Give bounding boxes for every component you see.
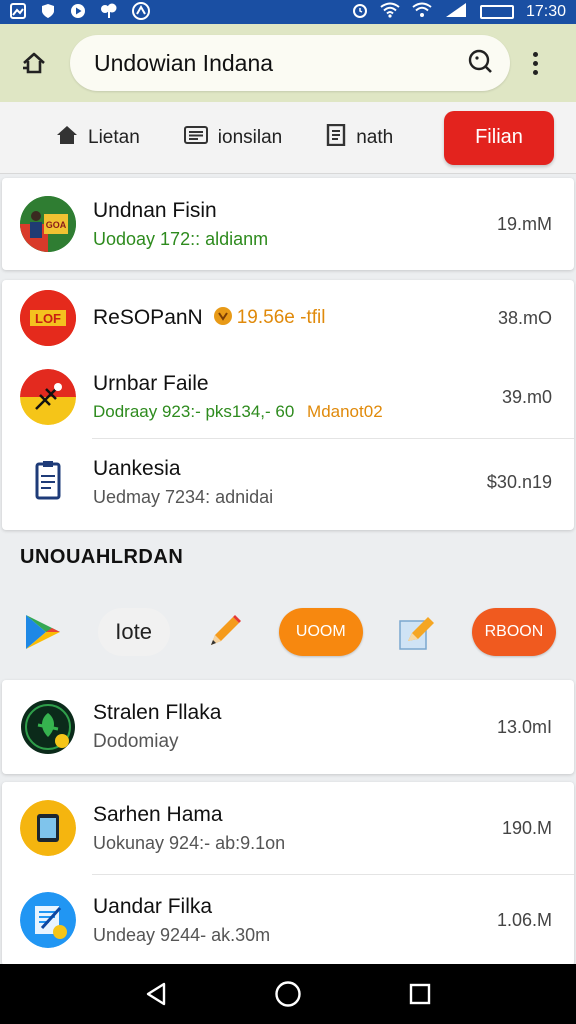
back-button[interactable] [134, 972, 178, 1016]
svg-text:LOF: LOF [35, 311, 61, 326]
file-card: GOA Undnan Fisin Uodoay 172:: aldianm 19… [2, 178, 574, 270]
chip-label: UOOM [295, 623, 346, 640]
home-button[interactable] [14, 43, 54, 83]
image-icon [10, 2, 26, 22]
tab-lietan[interactable]: Lietan [56, 125, 140, 151]
tab-filian[interactable]: Filian [444, 110, 554, 165]
list-item[interactable]: LOF ReSOPanN 19.56e -tfil 38.mO [2, 280, 574, 356]
play-store-icon[interactable] [20, 609, 66, 655]
list-item[interactable]: Sarhen Hama Uokunay 924:- ab:9.1on 190.M [2, 782, 574, 874]
avatar [20, 369, 76, 425]
avatar [20, 699, 76, 755]
list-item[interactable]: GOA Undnan Fisin Uodoay 172:: aldianm 19… [2, 178, 574, 270]
item-subtitle-extra: Mdanot02 [307, 402, 383, 421]
home-nav-button[interactable] [266, 972, 310, 1016]
home-circle-icon [275, 981, 301, 1007]
item-size: 13.0mI [496, 716, 552, 737]
system-nav-bar [0, 964, 576, 1024]
rboon-button[interactable]: RBOON [471, 608, 556, 656]
search-icon[interactable] [466, 47, 494, 80]
item-title: Undnan Fisin [93, 198, 217, 222]
recents-square-icon [409, 983, 431, 1005]
dot [532, 51, 538, 57]
wifi-icon [380, 2, 400, 23]
list-item[interactable]: Uandar Filka Undeay 9244- ak.30m 1.06.M [2, 875, 574, 965]
app-bar: Undowian Indana [0, 24, 576, 102]
list-icon [183, 125, 208, 151]
status-time: 17:30 [525, 3, 566, 20]
list-item[interactable]: Uankesia Uedmay 7234: adnidai $30.n19 [2, 439, 574, 525]
tab-label: Lietan [88, 126, 140, 148]
item-title: ReSOPanN [93, 306, 203, 329]
wifi-icon [412, 2, 432, 23]
status-bar: 17:30 [0, 0, 576, 24]
edit-note-icon[interactable] [394, 609, 440, 655]
battery-icon [479, 5, 514, 19]
document-icon [326, 123, 346, 152]
list-item[interactable]: Urnbar Faile Dodraay 923:- pks134,- 60 M… [2, 356, 574, 438]
item-subtitle: Dodomiay [93, 731, 179, 752]
chip-label: RBOON [484, 623, 544, 640]
tab-bar: Lietan ionsilan nath Filian [0, 102, 576, 174]
item-size: 1.06.M [496, 909, 552, 930]
item-title: Stralen Fllaka [93, 701, 222, 724]
dot [532, 69, 538, 75]
iote-chip[interactable]: Iote [97, 608, 170, 656]
recents-button[interactable] [398, 972, 442, 1016]
tab-label: Filian [475, 126, 523, 148]
item-title: Uankesia [93, 456, 181, 480]
tree-icon [100, 3, 118, 22]
house-icon [56, 125, 78, 151]
tab-nath[interactable]: nath [326, 123, 394, 152]
tab-label: ionsilan [217, 126, 283, 148]
item-title: Sarhen Hama [93, 802, 223, 826]
item-extra: 19.56e -tfil [236, 307, 326, 328]
play-icon [70, 3, 86, 22]
app-icon [132, 1, 150, 23]
item-size: 38.mO [497, 307, 552, 328]
uoom-button[interactable]: UOOM [278, 608, 363, 656]
list-item[interactable]: Stralen Fllaka Dodomiay 13.0mI [2, 680, 574, 774]
section-heading: UNOUAHLRDAN [20, 546, 184, 568]
tab-label: nath [356, 126, 394, 148]
item-subtitle: Uedmay 7234: adnidai [93, 486, 274, 507]
more-menu-button[interactable] [522, 43, 548, 83]
file-card: LOF ReSOPanN 19.56e -tfil 38.mO Urnbar F… [2, 280, 574, 530]
alarm-icon [352, 2, 368, 23]
item-size: 39.m0 [501, 386, 552, 407]
signal-icon [444, 2, 468, 23]
item-subtitle: Undeay 9244- ak.30m [93, 924, 271, 945]
avatar: LOF [20, 290, 76, 346]
avatar [20, 892, 76, 948]
svg-text:GOA: GOA [46, 220, 67, 230]
chip-label: Iote [115, 619, 152, 644]
avatar [20, 454, 76, 510]
item-size: $30.n19 [486, 471, 552, 492]
house-outline-icon [23, 52, 45, 74]
item-title: Urnbar Faile [93, 372, 209, 395]
item-subtitle: Dodraay 923:- pks134,- 60 [93, 402, 295, 421]
coin-icon [213, 306, 233, 331]
search-bar[interactable]: Undowian Indana [70, 35, 510, 91]
quick-actions-row: Iote UOOM RBOON [0, 596, 576, 668]
search-input[interactable]: Undowian Indana [94, 50, 466, 77]
back-triangle-icon [146, 982, 166, 1006]
file-card: Sarhen Hama Uokunay 924:- ab:9.1on 190.M… [2, 782, 574, 966]
tab-ionsilan[interactable]: ionsilan [183, 125, 283, 151]
dot [532, 60, 538, 66]
item-subtitle: Uodoay 172:: aldianm [93, 228, 269, 249]
file-card: Stralen Fllaka Dodomiay 13.0mI [2, 680, 574, 774]
avatar [20, 800, 76, 856]
pencil-icon[interactable] [201, 609, 247, 655]
item-size: 19.mM [496, 213, 552, 234]
item-size: 190.M [501, 817, 552, 838]
item-subtitle: Uokunay 924:- ab:9.1on [93, 832, 286, 853]
item-title: Uandar Filka [93, 894, 213, 918]
avatar: GOA [20, 196, 76, 252]
shield-icon [40, 3, 56, 22]
